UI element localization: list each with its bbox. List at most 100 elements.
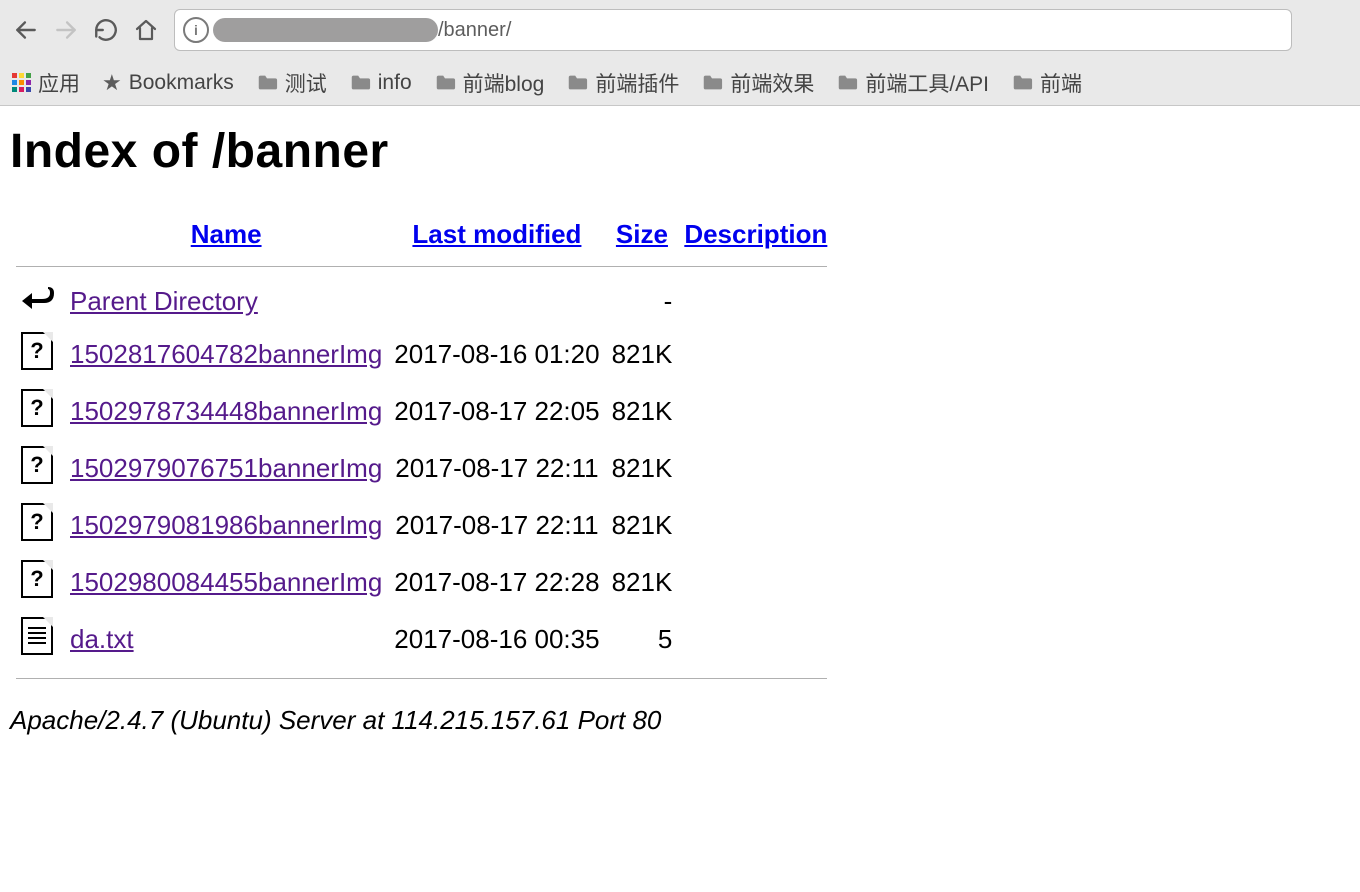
unknown-file-icon [21, 389, 53, 427]
bookmark-folder[interactable]: 测试 [256, 68, 327, 98]
back-icon [20, 283, 54, 313]
url-path: /banner/ [438, 19, 511, 42]
cell-lastmod: 2017-08-17 22:11 [388, 440, 605, 497]
table-row: Parent Directory - [10, 277, 833, 326]
bookmark-folder[interactable]: 前端blog [434, 68, 545, 98]
cell-description [678, 277, 833, 326]
reload-icon [93, 17, 119, 43]
bookmark-label: 测试 [285, 68, 327, 98]
bookmarks-bar: 应用 ★ Bookmarks 测试 info 前端blog 前端插件 前端效果 [0, 60, 1360, 105]
column-last-modified: Last modified [388, 213, 605, 256]
cell-size: - [606, 277, 679, 326]
text-file-icon [21, 617, 53, 655]
cell-lastmod [388, 277, 605, 326]
cell-description [678, 497, 833, 554]
site-info-icon[interactable]: i [183, 17, 209, 43]
star-icon: ★ [102, 70, 122, 96]
back-button[interactable] [6, 10, 46, 50]
unknown-file-icon [21, 332, 53, 370]
bookmark-label: 前端工具/API [865, 68, 989, 98]
table-row: da.txt 2017-08-16 00:35 5 [10, 611, 833, 668]
bookmark-label: Bookmarks [129, 71, 234, 95]
home-icon [134, 18, 158, 42]
file-link[interactable]: 1502980084455bannerImg [70, 567, 382, 597]
cell-size: 821K [606, 497, 679, 554]
sort-lastmod-link[interactable]: Last modified [412, 219, 581, 249]
divider [16, 678, 827, 679]
address-bar[interactable]: i /banner/ [174, 9, 1292, 51]
cell-description [678, 554, 833, 611]
bookmark-folder[interactable]: info [349, 71, 412, 95]
bookmark-folder[interactable]: 前端插件 [566, 68, 679, 98]
column-name: Name [64, 213, 388, 256]
bookmark-label: info [378, 71, 412, 95]
cell-lastmod: 2017-08-16 01:20 [388, 326, 605, 383]
cell-lastmod: 2017-08-16 00:35 [388, 611, 605, 668]
reload-button[interactable] [86, 10, 126, 50]
cell-size: 821K [606, 383, 679, 440]
cell-size: 821K [606, 440, 679, 497]
column-size: Size [606, 213, 679, 256]
bookmark-label: 前端插件 [595, 68, 679, 98]
url-redacted [213, 18, 438, 42]
file-link[interactable]: 1502979076751bannerImg [70, 453, 382, 483]
unknown-file-icon [21, 560, 53, 598]
bookmark-folder[interactable]: 前端 [1011, 68, 1082, 98]
parent-directory-link[interactable]: Parent Directory [70, 286, 258, 316]
table-row: 1502817604782bannerImg 2017-08-16 01:20 … [10, 326, 833, 383]
bookmark-folder[interactable]: 前端效果 [701, 68, 814, 98]
table-row: 1502978734448bannerImg 2017-08-17 22:05 … [10, 383, 833, 440]
column-description: Description [678, 213, 833, 256]
page-heading: Index of /banner [10, 124, 1350, 179]
cell-description [678, 611, 833, 668]
bookmark-label: 应用 [38, 68, 80, 98]
file-link[interactable]: 1502817604782bannerImg [70, 339, 382, 369]
server-footer: Apache/2.4.7 (Ubuntu) Server at 114.215.… [10, 705, 1350, 736]
folder-icon [566, 72, 588, 94]
cell-description [678, 383, 833, 440]
cell-lastmod: 2017-08-17 22:05 [388, 383, 605, 440]
folder-icon [256, 72, 278, 94]
sort-name-link[interactable]: Name [191, 219, 262, 249]
folder-icon [349, 72, 371, 94]
divider [16, 266, 827, 267]
table-row: 1502980084455bannerImg 2017-08-17 22:28 … [10, 554, 833, 611]
apps-icon [12, 73, 31, 92]
table-header-row: Name Last modified Size Description [10, 213, 833, 256]
cell-size: 821K [606, 554, 679, 611]
table-row: 1502979076751bannerImg 2017-08-17 22:11 … [10, 440, 833, 497]
file-link[interactable]: da.txt [70, 624, 134, 654]
cell-size: 821K [606, 326, 679, 383]
bookmark-bookmarks[interactable]: ★ Bookmarks [102, 70, 234, 96]
sort-size-link[interactable]: Size [616, 219, 668, 249]
cell-lastmod: 2017-08-17 22:11 [388, 497, 605, 554]
unknown-file-icon [21, 446, 53, 484]
file-link[interactable]: 1502979081986bannerImg [70, 510, 382, 540]
cell-lastmod: 2017-08-17 22:28 [388, 554, 605, 611]
unknown-file-icon [21, 503, 53, 541]
cell-size: 5 [606, 611, 679, 668]
bookmark-label: 前端效果 [730, 68, 814, 98]
browser-chrome: i /banner/ 应用 ★ Bookmarks 测试 info [0, 0, 1360, 106]
cell-description [678, 326, 833, 383]
bookmark-label: 前端 [1040, 68, 1082, 98]
sort-desc-link[interactable]: Description [684, 219, 827, 249]
file-link[interactable]: 1502978734448bannerImg [70, 396, 382, 426]
arrow-left-icon [13, 17, 39, 43]
bookmark-label: 前端blog [463, 68, 545, 98]
forward-button[interactable] [46, 10, 86, 50]
page-content: Index of /banner Name Last modified Size… [0, 106, 1360, 750]
home-button[interactable] [126, 10, 166, 50]
folder-icon [1011, 72, 1033, 94]
cell-description [678, 440, 833, 497]
table-row: 1502979081986bannerImg 2017-08-17 22:11 … [10, 497, 833, 554]
column-icon [10, 213, 64, 256]
browser-toolbar: i /banner/ [0, 0, 1360, 60]
bookmark-folder[interactable]: 前端工具/API [836, 68, 989, 98]
folder-icon [701, 72, 723, 94]
bookmark-apps[interactable]: 应用 [12, 68, 80, 98]
folder-icon [434, 72, 456, 94]
directory-listing-table: Name Last modified Size Description Pare… [10, 213, 833, 689]
arrow-right-icon [53, 17, 79, 43]
folder-icon [836, 72, 858, 94]
